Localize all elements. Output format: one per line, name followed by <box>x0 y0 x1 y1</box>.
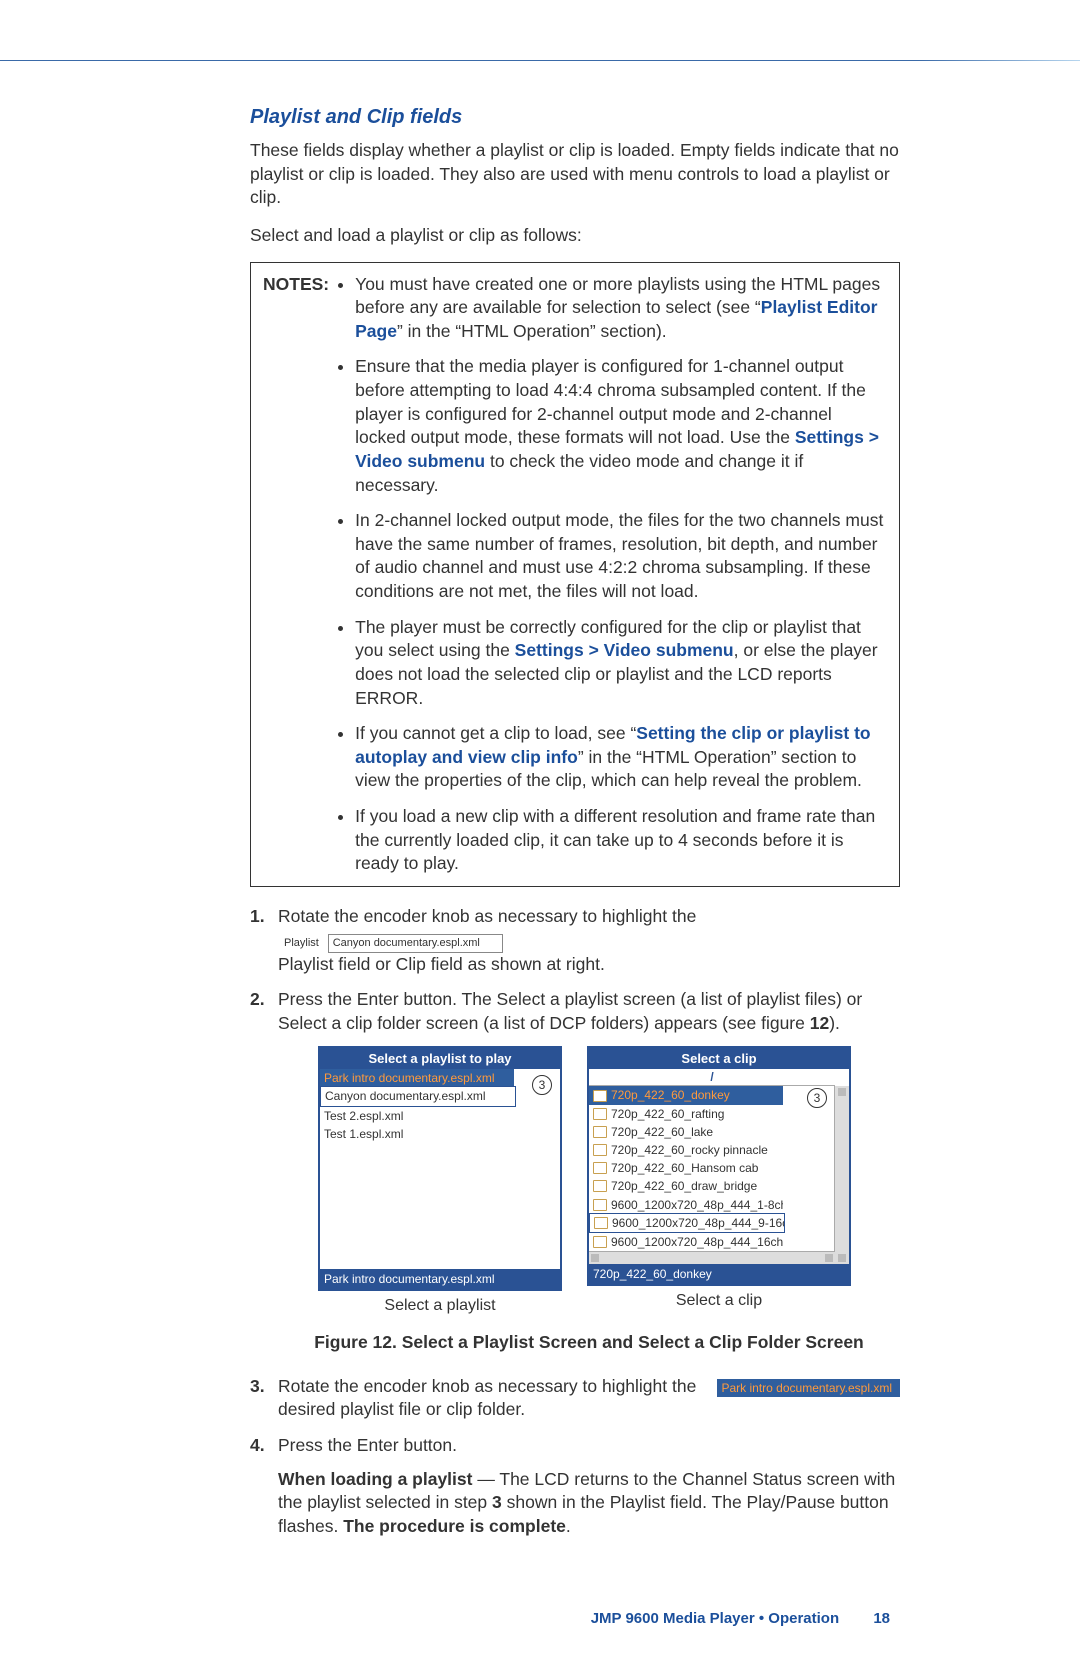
lcd-row-highlighted: Park intro documentary.espl.xml <box>320 1069 514 1087</box>
folder-icon <box>593 1144 607 1156</box>
note-item: In 2-channel locked output mode, the fil… <box>355 509 887 604</box>
lcd-playlist-title: Select a playlist to play <box>320 1048 560 1070</box>
footer-text: JMP 9600 Media Player • Operation <box>591 1610 839 1627</box>
lcd-row: Canyon documentary.espl.xml <box>320 1086 516 1106</box>
figure-row: Select a playlist to play 3 Park intro d… <box>318 1046 900 1317</box>
step-3: Park intro documentary.espl.xml Rotate t… <box>250 1375 900 1422</box>
page-number: 18 <box>873 1610 890 1627</box>
figure-playlist: Select a playlist to play 3 Park intro d… <box>318 1046 562 1317</box>
folder-icon <box>594 1217 608 1229</box>
lcd-clip-status: 720p_422_60_donkey <box>589 1264 849 1284</box>
lcd-row: Test 2.espl.xml <box>320 1107 514 1125</box>
lcd-clip-slash: / <box>589 1069 835 1086</box>
scrollbar-vertical[interactable] <box>834 1086 849 1264</box>
link-settings-video[interactable]: Settings > Video submenu <box>515 640 734 660</box>
lcd-row: 720p_422_60_rocky pinnacle <box>589 1141 783 1159</box>
note-item: If you load a new clip with a different … <box>355 805 887 876</box>
note-item: Ensure that the media player is configur… <box>355 355 887 497</box>
lcd-row: 720p_422_60_Hansom cab <box>589 1159 783 1177</box>
folder-icon <box>593 1236 607 1248</box>
lcd-playlist-status: Park intro documentary.espl.xml <box>320 1269 560 1289</box>
lcd-row: 9600_1200x720_48p_444_1-8ch_CH1 <box>589 1196 783 1214</box>
notes-list: You must have created one or more playli… <box>335 273 887 876</box>
lcd-row: 720p_422_60_draw_bridge <box>589 1177 783 1195</box>
lcd-playlist-caption: Select a playlist <box>318 1295 562 1317</box>
figure-caption: Figure 12. Select a Playlist Screen and … <box>278 1331 900 1355</box>
section-title: Playlist and Clip fields <box>250 106 900 129</box>
folder-icon <box>593 1126 607 1138</box>
steps-list: Rotate the encoder knob as necessary to … <box>250 905 900 1539</box>
page-footer: JMP 9600 Media Player • Operation 18 <box>0 1550 1080 1667</box>
folder-icon <box>593 1199 607 1211</box>
callout-3: 3 <box>532 1075 552 1095</box>
lcd-row-highlighted: 720p_422_60_donkey <box>589 1086 783 1104</box>
intro-paragraph-1: These fields display whether a playlist … <box>250 139 900 210</box>
step3-highlight: Park intro documentary.espl.xml <box>717 1375 900 1399</box>
lcd-playlist-window: Select a playlist to play 3 Park intro d… <box>318 1046 562 1292</box>
notes-label: NOTES: <box>263 273 329 876</box>
folder-icon <box>593 1162 607 1174</box>
figure-clip: Select a clip / 3 720p_422_60_donkey 720… <box>587 1046 851 1317</box>
lcd-row: 9600_1200x720_48p_444_9-16ch)_CH2 <box>589 1213 785 1233</box>
playlist-field-inline: Playlist Canyon documentary.espl.xml <box>284 929 503 953</box>
notes-box: NOTES: You must have created one or more… <box>250 262 900 887</box>
lcd-row: Test 1.espl.xml <box>320 1125 514 1143</box>
lcd-clip-title: Select a clip <box>589 1048 849 1070</box>
folder-icon <box>593 1108 607 1120</box>
step-4-sub: When loading a playlist — The LCD return… <box>278 1468 900 1539</box>
folder-icon <box>593 1180 607 1192</box>
lcd-clip-caption: Select a clip <box>587 1290 851 1312</box>
lcd-row: 720p_422_60_lake <box>589 1123 783 1141</box>
note-item: You must have created one or more playli… <box>355 273 887 344</box>
lcd-row: 720p_422_60_rafting <box>589 1105 783 1123</box>
playlist-field-value: Canyon documentary.espl.xml <box>328 934 503 953</box>
page-content: Playlist and Clip fields These fields di… <box>0 106 1080 1538</box>
step-4: Press the Enter button. When loading a p… <box>250 1434 900 1539</box>
top-rule <box>0 60 1080 61</box>
lcd-row: 9600_1200x720_48p_444_16ch <box>589 1233 783 1251</box>
intro-paragraph-2: Select and load a playlist or clip as fo… <box>250 224 900 248</box>
note-item: If you cannot get a clip to load, see “S… <box>355 722 887 793</box>
step-2: Press the Enter button. The Select a pla… <box>250 988 900 1354</box>
note-item: The player must be correctly configured … <box>355 616 887 711</box>
scrollbar-horizontal[interactable] <box>589 1251 835 1264</box>
step-1: Rotate the encoder knob as necessary to … <box>250 905 900 977</box>
lcd-clip-window: Select a clip / 3 720p_422_60_donkey 720… <box>587 1046 851 1287</box>
folder-icon <box>593 1090 607 1102</box>
